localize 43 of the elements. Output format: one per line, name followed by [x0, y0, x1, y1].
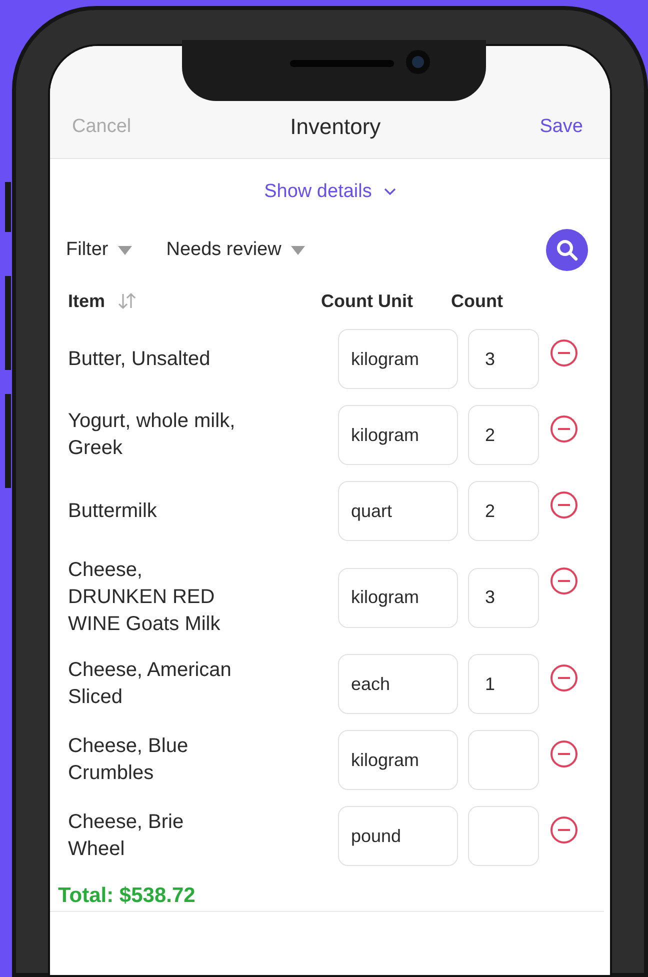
count-field[interactable] — [468, 806, 539, 866]
item-name: Cheese, American Sliced — [68, 658, 232, 710]
remove-icon[interactable] — [550, 491, 578, 519]
sort-icon[interactable] — [117, 292, 138, 310]
count-field[interactable]: 3 — [468, 568, 539, 628]
unit-field[interactable]: each — [338, 654, 458, 714]
total-amount: Total: $538.72 — [50, 874, 604, 912]
caret-icon — [118, 246, 132, 254]
unit-field[interactable]: kilogram — [338, 405, 458, 465]
unit-field[interactable]: kilogram — [338, 730, 458, 790]
count-field[interactable]: 2 — [468, 481, 539, 541]
item-name: Cheese, Blue Crumbles — [68, 734, 190, 786]
count-field[interactable] — [468, 730, 539, 790]
screen-title: Inventory — [290, 114, 381, 140]
column-header: Count Unit — [321, 290, 413, 310]
count-field[interactable]: 2 — [468, 405, 539, 465]
chevron-icon — [384, 188, 396, 196]
count-field[interactable]: 1 — [468, 654, 539, 714]
save-link[interactable]: Save — [540, 116, 583, 138]
remove-icon[interactable] — [550, 567, 578, 595]
item-name: Yogurt, whole milk, Greek — [68, 409, 236, 461]
item-name: Buttermilk — [68, 498, 158, 524]
remove-icon[interactable] — [550, 816, 578, 844]
item-name: Cheese, Brie Wheel — [68, 810, 185, 862]
remove-icon[interactable] — [550, 415, 578, 443]
column-header[interactable]: Item — [68, 290, 106, 312]
caret-icon — [291, 246, 306, 254]
filter-dropdown[interactable]: Filter — [66, 239, 132, 261]
search-icon — [556, 239, 578, 261]
unit-field[interactable]: kilogram — [338, 329, 458, 389]
remove-icon[interactable] — [550, 740, 578, 768]
column-header: Count — [451, 290, 503, 310]
remove-icon[interactable] — [550, 339, 578, 367]
unit-field[interactable]: kilogram — [338, 568, 458, 628]
item-name: Cheese, DRUNKEN RED WINE Goats Milk — [68, 558, 222, 637]
unit-field[interactable]: pound — [338, 806, 458, 866]
search-button[interactable] — [546, 229, 588, 271]
count-field[interactable]: 3 — [468, 329, 539, 389]
unit-field[interactable]: quart — [338, 481, 458, 541]
remove-icon[interactable] — [550, 664, 578, 692]
filter-dropdown[interactable]: Needs review — [166, 239, 306, 261]
item-name: Butter, Unsalted — [68, 346, 212, 372]
show-details-toggle[interactable]: Show details — [264, 181, 396, 203]
